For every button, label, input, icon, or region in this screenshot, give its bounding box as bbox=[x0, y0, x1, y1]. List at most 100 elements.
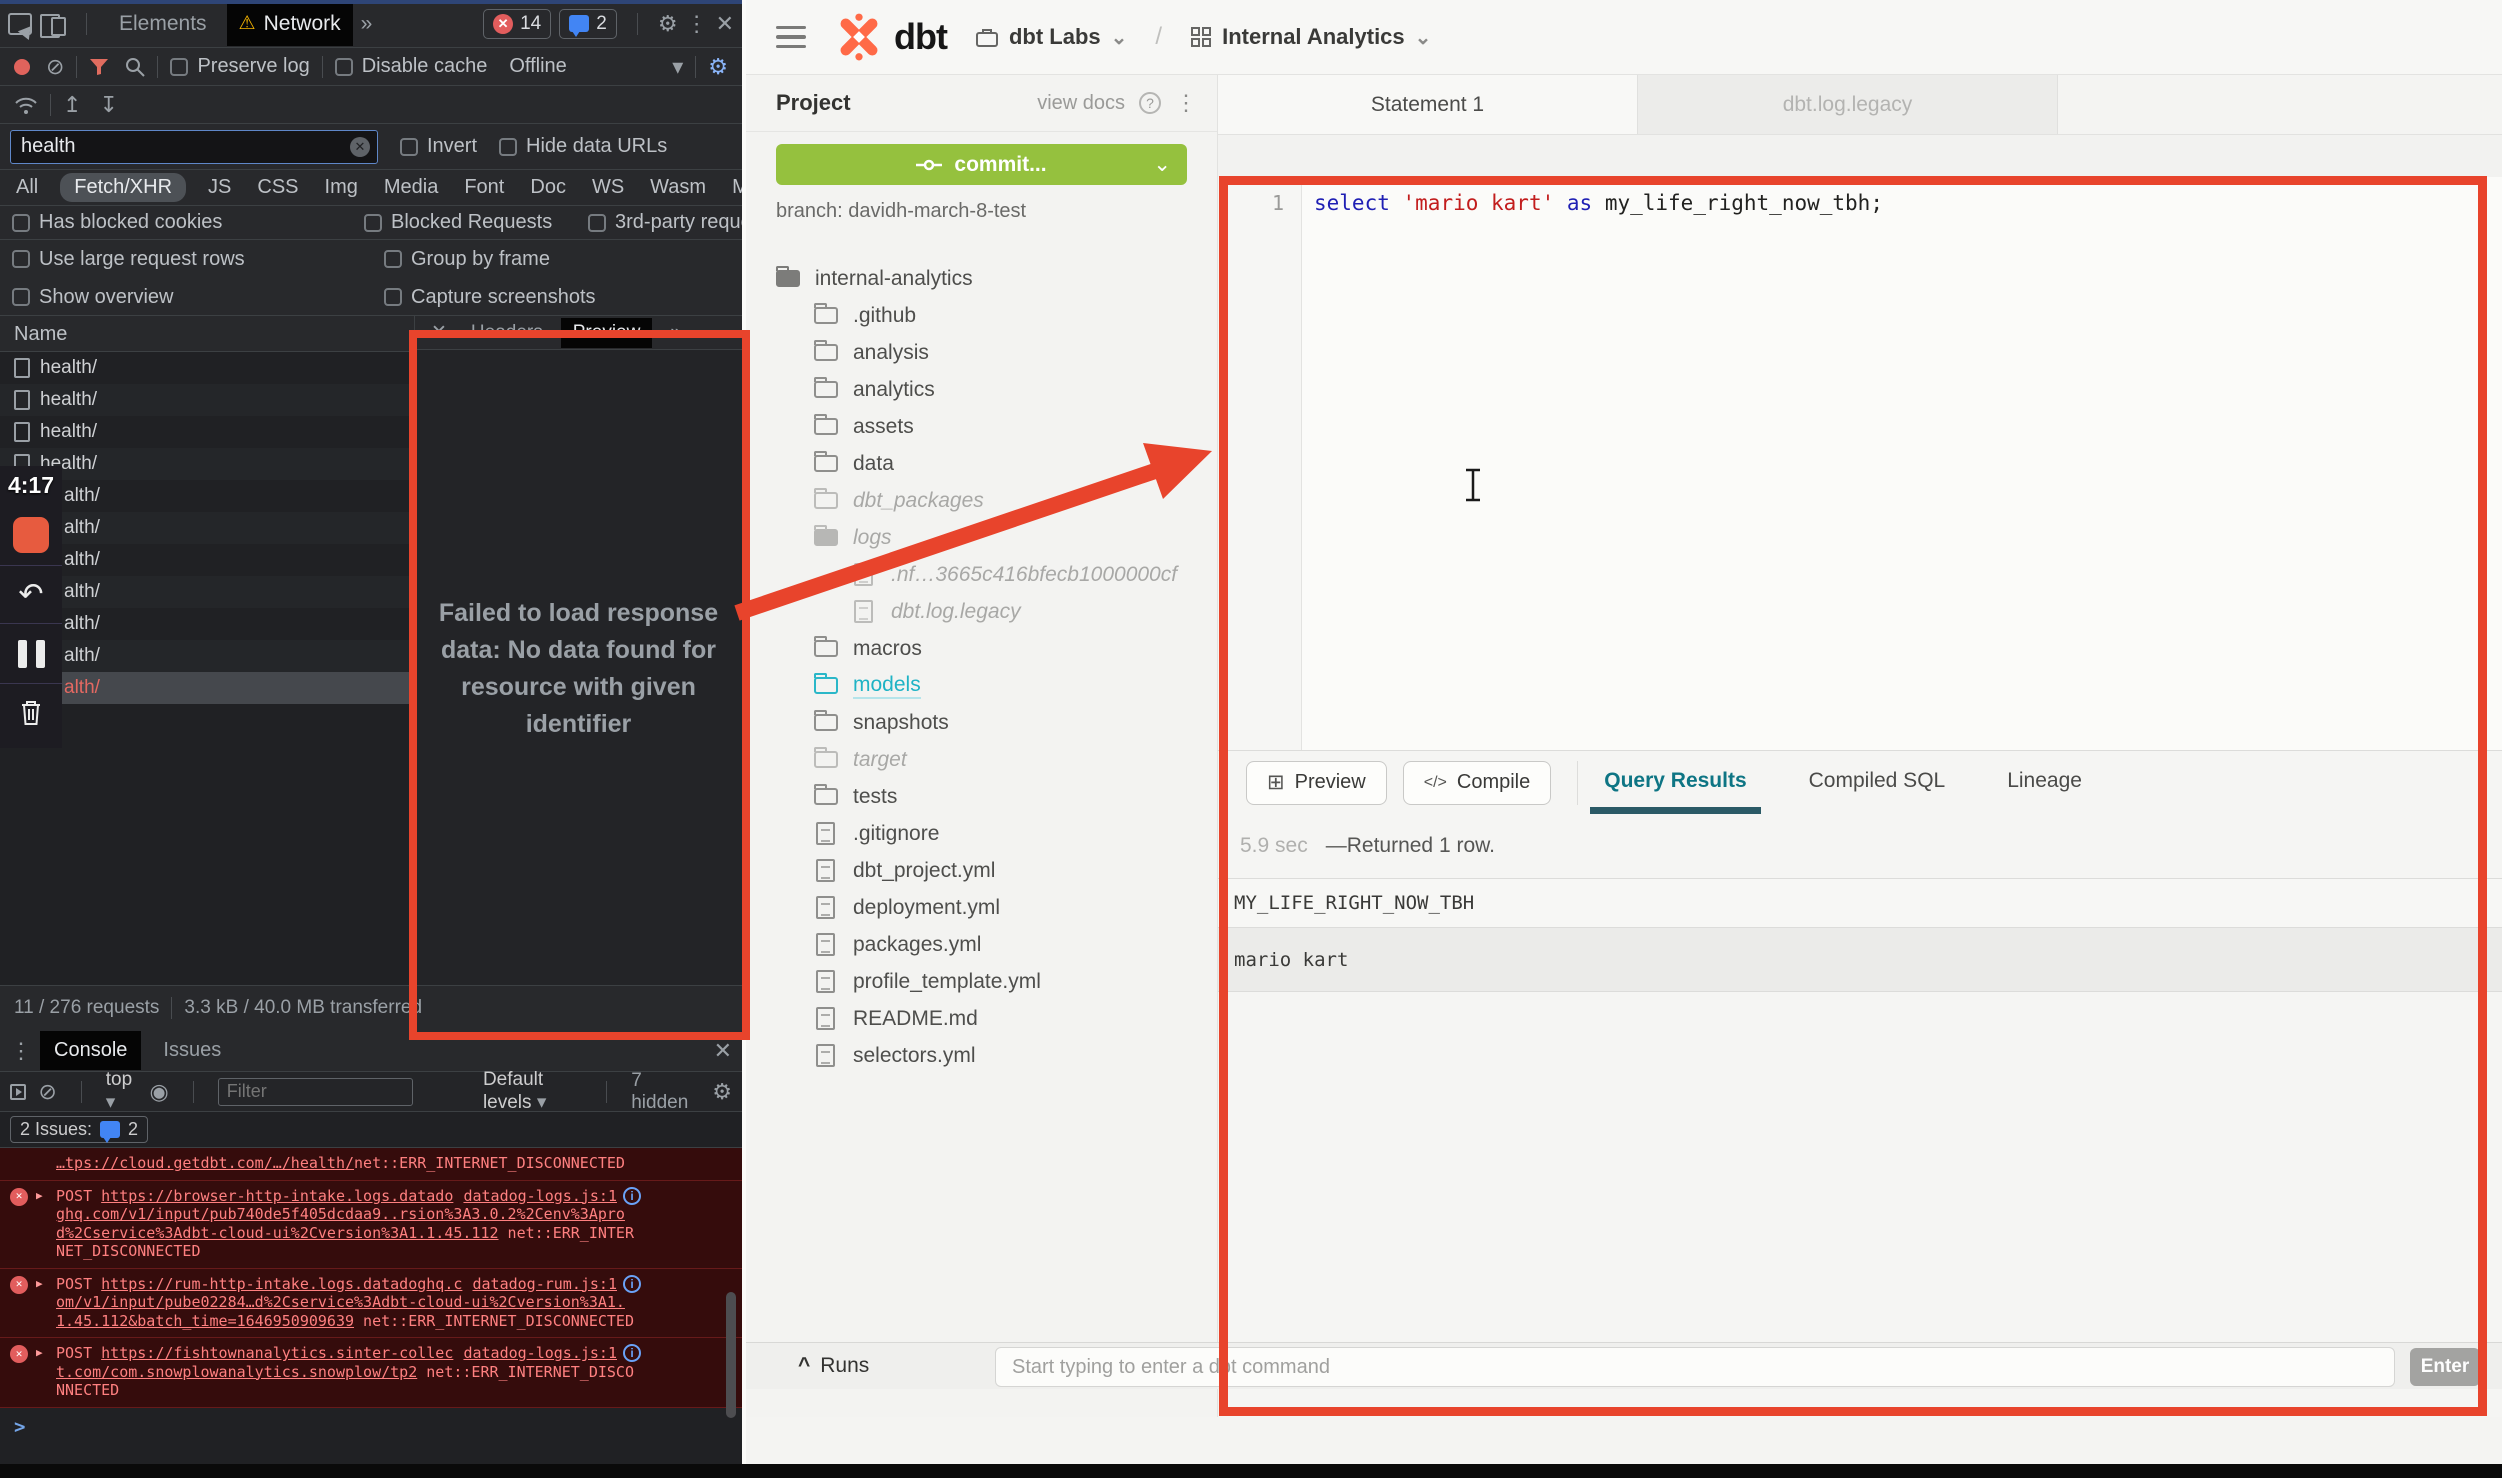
file-tree-item[interactable]: dbt_project.yml bbox=[746, 852, 1217, 889]
network-option-checkbox[interactable]: Has blocked cookies bbox=[12, 211, 364, 234]
throttling-select[interactable]: Offline bbox=[509, 55, 566, 78]
tab-console[interactable]: Console bbox=[40, 1031, 141, 1070]
tab-elements[interactable]: Elements bbox=[107, 2, 219, 46]
close-detail-icon[interactable]: ✕ bbox=[425, 317, 453, 348]
tab-network[interactable]: ⚠ Network bbox=[227, 2, 353, 46]
clear-console-icon[interactable]: ⊘ bbox=[38, 1081, 56, 1103]
disclosure-icon[interactable]: ▶ bbox=[36, 1344, 43, 1363]
network-option-checkbox[interactable]: Use large request rows bbox=[12, 248, 384, 271]
request-row[interactable]: health/ bbox=[0, 384, 414, 416]
sql-editor[interactable]: 1 select 'mario kart' as my_life_right_n… bbox=[1218, 177, 2502, 750]
inspect-element-icon[interactable] bbox=[8, 13, 32, 35]
request-row[interactable]: alth/ bbox=[0, 512, 414, 544]
tab-issues[interactable]: Issues bbox=[149, 1031, 235, 1070]
invert-checkbox[interactable]: Invert bbox=[400, 135, 477, 158]
filter-chip[interactable]: Img bbox=[321, 173, 362, 202]
commit-button[interactable]: commit... ⌄ bbox=[776, 144, 1187, 185]
file-tree-item[interactable]: dbt_packages bbox=[746, 482, 1217, 519]
import-har-icon[interactable]: ↥ bbox=[63, 94, 81, 116]
request-row[interactable]: alth/ bbox=[0, 480, 414, 512]
tab-compiled-sql[interactable]: Compiled SQL bbox=[1809, 769, 1946, 797]
request-row[interactable]: alth/ bbox=[0, 544, 414, 576]
file-tree-item[interactable]: tests bbox=[746, 778, 1217, 815]
filter-funnel-icon[interactable] bbox=[89, 58, 109, 76]
close-devtools-icon[interactable]: ✕ bbox=[716, 13, 734, 35]
console-prompt-icon[interactable]: > bbox=[0, 1408, 742, 1438]
file-tree-item[interactable]: .gitignore bbox=[746, 815, 1217, 852]
hide-data-urls-checkbox[interactable]: Hide data URLs bbox=[499, 135, 667, 158]
compile-button[interactable]: </> Compile bbox=[1403, 761, 1552, 805]
issues-chip[interactable]: 2 Issues: 2 bbox=[10, 1116, 148, 1143]
filter-chip[interactable]: Media bbox=[380, 173, 442, 202]
console-settings-gear-icon[interactable]: ⚙ bbox=[712, 1081, 732, 1103]
file-tree-item[interactable]: data bbox=[746, 445, 1217, 482]
tab-query-results[interactable]: Query Results bbox=[1604, 769, 1746, 797]
request-row[interactable]: health/ bbox=[0, 352, 414, 384]
dbt-command-input[interactable] bbox=[995, 1347, 2395, 1387]
file-tree-item[interactable]: snapshots bbox=[746, 704, 1217, 741]
file-tree-item[interactable]: assets bbox=[746, 408, 1217, 445]
source-link[interactable]: datadog-logs.js:1 bbox=[463, 1187, 617, 1206]
failed-request-url[interactable]: https://fishtownanalytics.sinter-collect… bbox=[56, 1344, 453, 1381]
project-kebab-icon[interactable]: ⋮ bbox=[1175, 90, 1197, 116]
filter-chip[interactable]: Doc bbox=[526, 173, 570, 202]
issue-count-badge[interactable]: 2 bbox=[559, 9, 617, 39]
file-tree-item[interactable]: logs bbox=[746, 519, 1217, 556]
filter-chip[interactable]: Wasm bbox=[646, 173, 710, 202]
tab-preview[interactable]: Preview bbox=[561, 318, 653, 348]
tab-statement-1[interactable]: Statement 1 bbox=[1218, 75, 1638, 134]
delete-recording-button[interactable] bbox=[0, 684, 62, 742]
clear-filter-icon[interactable]: ✕ bbox=[350, 137, 370, 157]
file-tree-item[interactable]: analysis bbox=[746, 334, 1217, 371]
info-icon[interactable]: i bbox=[623, 1344, 641, 1362]
settings-gear-icon[interactable]: ⚙ bbox=[658, 13, 678, 35]
network-option-checkbox[interactable]: Blocked Requests bbox=[364, 211, 588, 234]
context-select[interactable]: top ▾ bbox=[106, 1069, 138, 1114]
disable-cache-checkbox[interactable]: Disable cache bbox=[335, 55, 488, 78]
file-tree-item[interactable]: README.md bbox=[746, 1000, 1217, 1037]
request-row[interactable]: alth/ bbox=[0, 576, 414, 608]
file-tree-item[interactable]: selectors.yml bbox=[746, 1037, 1217, 1074]
file-tree-item[interactable]: internal-analytics bbox=[746, 260, 1217, 297]
network-option-checkbox[interactable]: Capture screenshots bbox=[384, 286, 730, 309]
disclosure-icon[interactable]: ▶ bbox=[36, 1275, 43, 1294]
stop-recording-button[interactable] bbox=[0, 504, 62, 566]
preserve-log-checkbox[interactable]: Preserve log bbox=[170, 55, 309, 78]
network-conditions-icon[interactable] bbox=[14, 95, 38, 115]
request-row[interactable]: health/ bbox=[0, 416, 414, 448]
failed-request-url[interactable]: …tps://cloud.getdbt.com/…/health/ bbox=[56, 1154, 354, 1172]
file-tree-item[interactable]: models bbox=[746, 667, 1217, 704]
request-row[interactable]: alth/ bbox=[0, 608, 414, 640]
console-filter-input[interactable] bbox=[218, 1078, 413, 1106]
record-icon[interactable] bbox=[14, 59, 30, 75]
pause-recording-button[interactable] bbox=[0, 624, 62, 684]
file-tree-item[interactable]: dbt.log.legacy bbox=[746, 593, 1217, 630]
source-link[interactable]: datadog-logs.js:1 bbox=[463, 1344, 617, 1363]
preview-button[interactable]: ⊞ Preview bbox=[1246, 761, 1387, 805]
export-har-icon[interactable]: ↧ bbox=[99, 94, 117, 116]
source-link[interactable]: datadog-rum.js:1 bbox=[473, 1275, 618, 1294]
filter-chip[interactable]: WS bbox=[588, 173, 628, 202]
account-switcher[interactable]: dbt Labs ⌄ bbox=[975, 24, 1127, 50]
disclosure-icon[interactable]: ▶ bbox=[36, 1187, 43, 1206]
filter-chip[interactable]: All bbox=[12, 173, 42, 202]
file-tree-item[interactable]: deployment.yml bbox=[746, 889, 1217, 926]
network-option-checkbox[interactable]: Group by frame bbox=[384, 248, 730, 271]
project-switcher[interactable]: Internal Analytics ⌄ bbox=[1190, 24, 1431, 50]
live-expression-eye-icon[interactable]: ◉ bbox=[150, 1081, 169, 1103]
enter-button[interactable]: Enter bbox=[2410, 1348, 2480, 1386]
clear-icon[interactable]: ⊘ bbox=[46, 56, 64, 78]
request-row[interactable]: health/ bbox=[0, 448, 414, 480]
more-detail-tabs-icon[interactable]: » bbox=[658, 318, 693, 348]
filter-chip[interactable]: Font bbox=[460, 173, 508, 202]
network-option-checkbox[interactable]: Show overview bbox=[12, 286, 384, 309]
drawer-kebab-icon[interactable]: ⋮ bbox=[10, 1040, 32, 1062]
file-tree-item[interactable]: target bbox=[746, 741, 1217, 778]
tab-dbt-log-legacy[interactable]: dbt.log.legacy bbox=[1638, 75, 2058, 134]
file-tree-item[interactable]: macros bbox=[746, 630, 1217, 667]
info-icon[interactable]: i bbox=[623, 1187, 641, 1205]
tab-lineage[interactable]: Lineage bbox=[2007, 769, 2082, 797]
console-sidebar-icon[interactable] bbox=[10, 1084, 26, 1100]
commit-chevron-icon[interactable]: ⌄ bbox=[1153, 152, 1171, 177]
help-icon[interactable]: ? bbox=[1139, 92, 1161, 114]
